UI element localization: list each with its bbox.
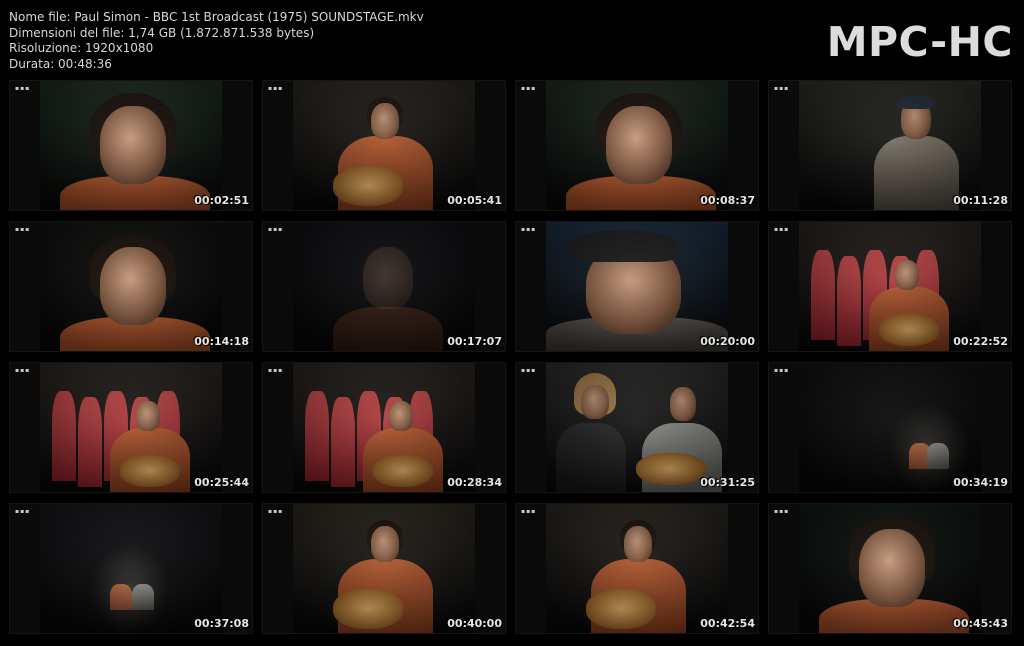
thumbnail-grid: ▪▪▪ 00:02:51 ▪▪▪ 00:05:41 ▪▪▪ 00:08:37 ▪▪▪ 00:1… [9, 80, 1012, 634]
thumbnail[interactable]: ▪▪▪ 00:02:51 [9, 80, 253, 211]
thumbnail-frame [40, 81, 222, 210]
timestamp: 00:25:44 [194, 476, 249, 489]
thumbnail-marker: ▪▪▪ [15, 85, 31, 92]
timestamp: 00:02:51 [194, 194, 249, 207]
thumbnail[interactable]: ▪▪▪ 00:31:25 [515, 362, 759, 493]
thumbnail-frame [546, 504, 728, 633]
thumbnail-frame [293, 222, 475, 351]
thumbnail-frame [293, 81, 475, 210]
timestamp: 00:14:18 [194, 335, 249, 348]
thumbnail-marker: ▪▪▪ [268, 367, 284, 374]
file-name: Nome file: Paul Simon - BBC 1st Broadcas… [9, 10, 424, 24]
thumbnail[interactable]: ▪▪▪ 00:37:08 [9, 503, 253, 634]
thumbnail-marker: ▪▪▪ [268, 508, 284, 515]
thumbnail[interactable]: ▪▪▪ 00:28:34 [262, 362, 506, 493]
thumbnail-marker: ▪▪▪ [521, 367, 537, 374]
thumbnail-marker: ▪▪▪ [15, 367, 31, 374]
thumbnail-frame [40, 363, 222, 492]
timestamp: 00:45:43 [953, 617, 1008, 630]
file-info-panel: Nome file: Paul Simon - BBC 1st Broadcas… [9, 10, 424, 72]
thumbnail[interactable]: ▪▪▪ 00:34:19 [768, 362, 1012, 493]
thumbnail-marker: ▪▪▪ [774, 508, 790, 515]
timestamp: 00:20:00 [700, 335, 755, 348]
thumbnail-marker: ▪▪▪ [774, 226, 790, 233]
app-logo: MPC-HC [826, 18, 1013, 66]
thumbnail-frame [799, 363, 981, 492]
thumbnail[interactable]: ▪▪▪ 00:25:44 [9, 362, 253, 493]
file-size: Dimensioni del file: 1,74 GB (1.872.871.… [9, 25, 315, 40]
thumbnail-marker: ▪▪▪ [268, 226, 284, 233]
thumbnail[interactable]: ▪▪▪ 00:40:00 [262, 503, 506, 634]
timestamp: 00:42:54 [700, 617, 755, 630]
timestamp: 00:08:37 [700, 194, 755, 207]
thumbnail-marker: ▪▪▪ [521, 85, 537, 92]
thumbnail[interactable]: ▪▪▪ 00:11:28 [768, 80, 1012, 211]
thumbnail-marker: ▪▪▪ [774, 367, 790, 374]
thumbnail-frame [546, 222, 728, 351]
thumbnail-frame [799, 222, 981, 351]
thumbnail[interactable]: ▪▪▪ 00:20:00 [515, 221, 759, 352]
thumbnail-frame [546, 363, 728, 492]
thumbnail-frame [40, 504, 222, 633]
thumbnail-marker: ▪▪▪ [521, 226, 537, 233]
timestamp: 00:31:25 [700, 476, 755, 489]
thumbnail-frame [293, 504, 475, 633]
thumbnail-marker: ▪▪▪ [521, 508, 537, 515]
timestamp: 00:22:52 [953, 335, 1008, 348]
timestamp: 00:28:34 [447, 476, 502, 489]
thumbnail-frame [40, 222, 222, 351]
file-resolution: Risoluzione: 1920x1080 [9, 41, 154, 55]
thumbnail-marker: ▪▪▪ [15, 226, 31, 233]
timestamp: 00:17:07 [447, 335, 502, 348]
file-duration: Durata: 00:48:36 [9, 56, 112, 71]
thumbnail[interactable]: ▪▪▪ 00:17:07 [262, 221, 506, 352]
thumbnail[interactable]: ▪▪▪ 00:45:43 [768, 503, 1012, 634]
thumbnail-marker: ▪▪▪ [15, 508, 31, 515]
thumbnail-frame [799, 81, 981, 210]
thumbnail[interactable]: ▪▪▪ 00:14:18 [9, 221, 253, 352]
thumbnail[interactable]: ▪▪▪ 00:08:37 [515, 80, 759, 211]
timestamp: 00:05:41 [447, 194, 502, 207]
thumbnail-marker: ▪▪▪ [774, 85, 790, 92]
thumbnail-marker: ▪▪▪ [268, 85, 284, 92]
thumbnail[interactable]: ▪▪▪ 00:05:41 [262, 80, 506, 211]
timestamp: 00:34:19 [953, 476, 1008, 489]
thumbnail-frame [293, 363, 475, 492]
timestamp: 00:40:00 [447, 617, 502, 630]
thumbnail-frame [546, 81, 728, 210]
thumbnail-frame [799, 504, 981, 633]
thumbnail[interactable]: ▪▪▪ 00:42:54 [515, 503, 759, 634]
timestamp: 00:11:28 [953, 194, 1008, 207]
timestamp: 00:37:08 [194, 617, 249, 630]
thumbnail[interactable]: ▪▪▪ 00:22:52 [768, 221, 1012, 352]
